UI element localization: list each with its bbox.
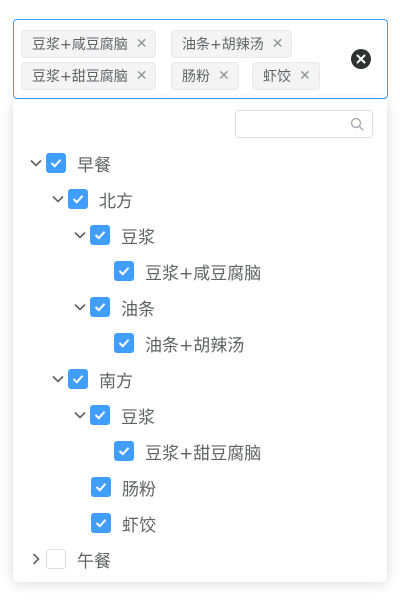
- tree-node[interactable]: 豆浆+咸豆腐脑: [13, 258, 387, 284]
- check-icon: [94, 303, 106, 312]
- check-icon: [118, 267, 130, 276]
- check-icon: [118, 447, 130, 456]
- node-label: 肠粉: [122, 479, 156, 500]
- node-label: 豆浆+甜豆腐脑: [145, 443, 262, 464]
- check-icon: [94, 231, 106, 240]
- checkbox[interactable]: [114, 333, 134, 353]
- tree-node[interactable]: 肠粉: [13, 474, 387, 500]
- tree-node[interactable]: 北方: [13, 186, 387, 212]
- clear-button[interactable]: [351, 49, 371, 69]
- tag-label: 豆浆+甜豆腐脑: [32, 69, 128, 85]
- tag-label: 肠粉: [182, 69, 210, 85]
- chevron-down-icon[interactable]: [51, 372, 65, 386]
- check-icon: [94, 411, 106, 420]
- tree-node[interactable]: 豆浆+甜豆腐脑: [13, 438, 387, 464]
- selected-tag: 豆浆+甜豆腐脑 ✕: [21, 62, 157, 90]
- search-icon: [350, 117, 364, 131]
- close-icon[interactable]: ✕: [299, 69, 311, 83]
- checkbox[interactable]: [90, 297, 110, 317]
- checkbox[interactable]: [46, 153, 66, 173]
- tag-label: 虾饺: [263, 69, 291, 85]
- node-label: 豆浆+咸豆腐脑: [145, 263, 262, 284]
- checkbox[interactable]: [91, 513, 111, 533]
- check-icon: [72, 375, 84, 384]
- checkbox[interactable]: [90, 405, 110, 425]
- tree-node[interactable]: 早餐: [13, 150, 387, 176]
- check-icon: [95, 519, 107, 528]
- selected-tag: 豆浆+咸豆腐脑 ✕: [21, 30, 157, 58]
- chevron-down-icon[interactable]: [29, 156, 43, 170]
- chevron-down-icon[interactable]: [51, 192, 65, 206]
- checkbox[interactable]: [114, 441, 134, 461]
- tree-node[interactable]: 油条+胡辣汤: [13, 330, 387, 356]
- node-label: 早餐: [77, 155, 111, 176]
- selected-tag: 肠粉 ✕: [171, 62, 239, 90]
- check-icon: [72, 195, 84, 204]
- chevron-down-icon[interactable]: [73, 228, 87, 242]
- checkbox[interactable]: [91, 477, 111, 497]
- checkbox[interactable]: [46, 549, 66, 569]
- checkbox[interactable]: [68, 189, 88, 209]
- node-label: 豆浆: [121, 227, 155, 248]
- node-label: 油条+胡辣汤: [145, 335, 245, 356]
- node-label: 豆浆: [121, 407, 155, 428]
- tree-node[interactable]: 虾饺: [13, 510, 387, 536]
- check-icon: [95, 483, 107, 492]
- selected-tag: 虾饺 ✕: [252, 62, 320, 90]
- tree-node[interactable]: 油条: [13, 294, 387, 320]
- node-label: 北方: [99, 191, 133, 212]
- checkbox[interactable]: [114, 261, 134, 281]
- node-label: 油条: [121, 299, 155, 320]
- node-label: 南方: [99, 371, 133, 392]
- tree-node[interactable]: 豆浆: [13, 402, 387, 428]
- close-icon[interactable]: ✕: [136, 69, 148, 83]
- tree-select-input[interactable]: 豆浆+咸豆腐脑 ✕ 油条+胡辣汤 ✕ 豆浆+甜豆腐脑 ✕ 肠粉 ✕ 虾饺 ✕: [13, 19, 388, 99]
- selected-tag: 油条+胡辣汤 ✕: [171, 30, 293, 58]
- checkbox[interactable]: [68, 369, 88, 389]
- tree-node[interactable]: 豆浆: [13, 222, 387, 248]
- close-icon[interactable]: ✕: [136, 37, 148, 51]
- tag-label: 豆浆+咸豆腐脑: [32, 37, 128, 53]
- chevron-right-icon[interactable]: [29, 552, 43, 566]
- tree-dropdown: 早餐 北方 豆浆 豆浆+咸豆腐脑 油条 油条+胡辣汤 南方 豆浆 豆浆+甜豆腐脑…: [13, 100, 387, 582]
- chevron-down-icon[interactable]: [73, 300, 87, 314]
- check-icon: [50, 159, 62, 168]
- circle-close-icon: [356, 54, 366, 64]
- tree-node[interactable]: 南方: [13, 366, 387, 392]
- tag-label: 油条+胡辣汤: [182, 37, 264, 53]
- tree-node[interactable]: 午餐: [13, 546, 387, 572]
- check-icon: [118, 339, 130, 348]
- checkbox[interactable]: [90, 225, 110, 245]
- search-box[interactable]: [235, 110, 373, 138]
- node-label: 午餐: [77, 551, 111, 572]
- close-icon[interactable]: ✕: [272, 37, 284, 51]
- chevron-down-icon[interactable]: [73, 408, 87, 422]
- node-label: 虾饺: [122, 515, 156, 536]
- close-icon[interactable]: ✕: [218, 69, 230, 83]
- search-input[interactable]: [242, 112, 356, 138]
